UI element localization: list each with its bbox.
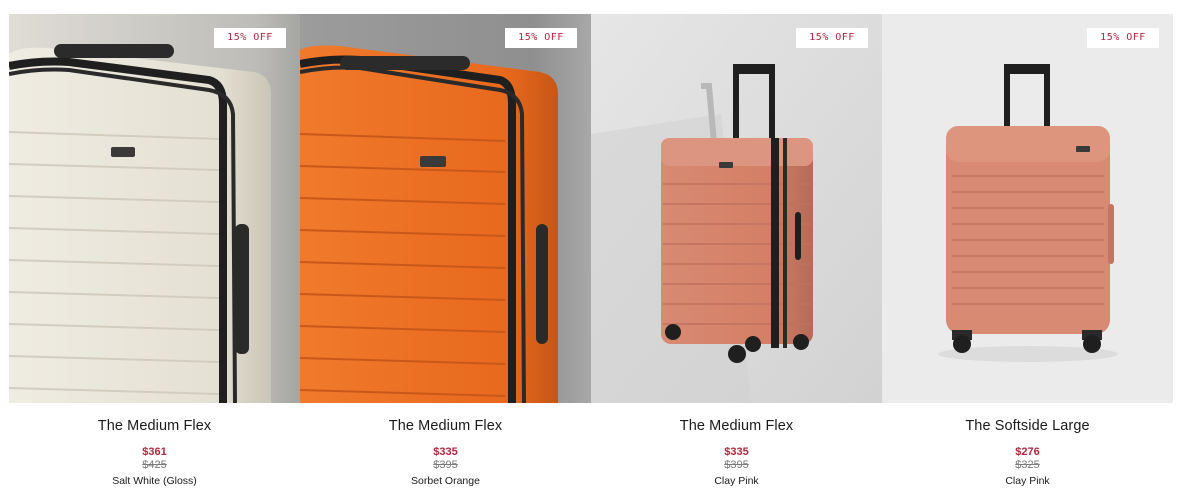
product-image-link[interactable]: 15% OFF [300,14,591,403]
original-price: $325 [1015,459,1040,471]
product-grid: 15% OFF The Medium Flex $361 $425 Salt W… [0,0,1200,503]
sale-price: $276 [1015,446,1040,458]
product-image-clay-pink-flex [591,14,882,403]
product-image-link[interactable]: 15% OFF [591,14,882,403]
product-image-link[interactable]: 15% OFF [882,14,1173,403]
product-image-link[interactable]: 15% OFF [9,14,300,403]
sale-price: $361 [142,446,167,458]
color-name: Salt White (Gloss) [112,475,197,487]
original-price: $395 [433,459,458,471]
product-card[interactable]: 15% OFF The Medium Flex $361 $425 Salt W… [9,14,300,503]
discount-badge: 15% OFF [796,28,868,48]
product-card[interactable]: 15% OFF The Medium Flex $335 $395 Sorbet… [300,14,591,503]
discount-badge: 15% OFF [505,28,577,48]
color-name: Clay Pink [714,475,759,487]
product-card[interactable]: 15% OFF The Softside Large $276 $325 Cla… [882,14,1173,503]
color-name: Sorbet Orange [411,475,480,487]
color-name: Clay Pink [1005,475,1050,487]
discount-badge: 15% OFF [1087,28,1159,48]
product-image-salt-white [9,14,300,403]
product-card[interactable]: 15% OFF The Medium Flex $335 $395 Clay P… [591,14,882,503]
product-name[interactable]: The Medium Flex [9,418,300,434]
original-price: $425 [142,459,167,471]
sale-price: $335 [724,446,749,458]
original-price: $395 [724,459,749,471]
product-image-clay-pink-softside [882,14,1173,403]
product-image-sorbet-orange [300,14,591,403]
product-name[interactable]: The Medium Flex [300,418,591,434]
discount-badge: 15% OFF [214,28,286,48]
product-name[interactable]: The Softside Large [882,418,1173,434]
product-name[interactable]: The Medium Flex [591,418,882,434]
sale-price: $335 [433,446,458,458]
